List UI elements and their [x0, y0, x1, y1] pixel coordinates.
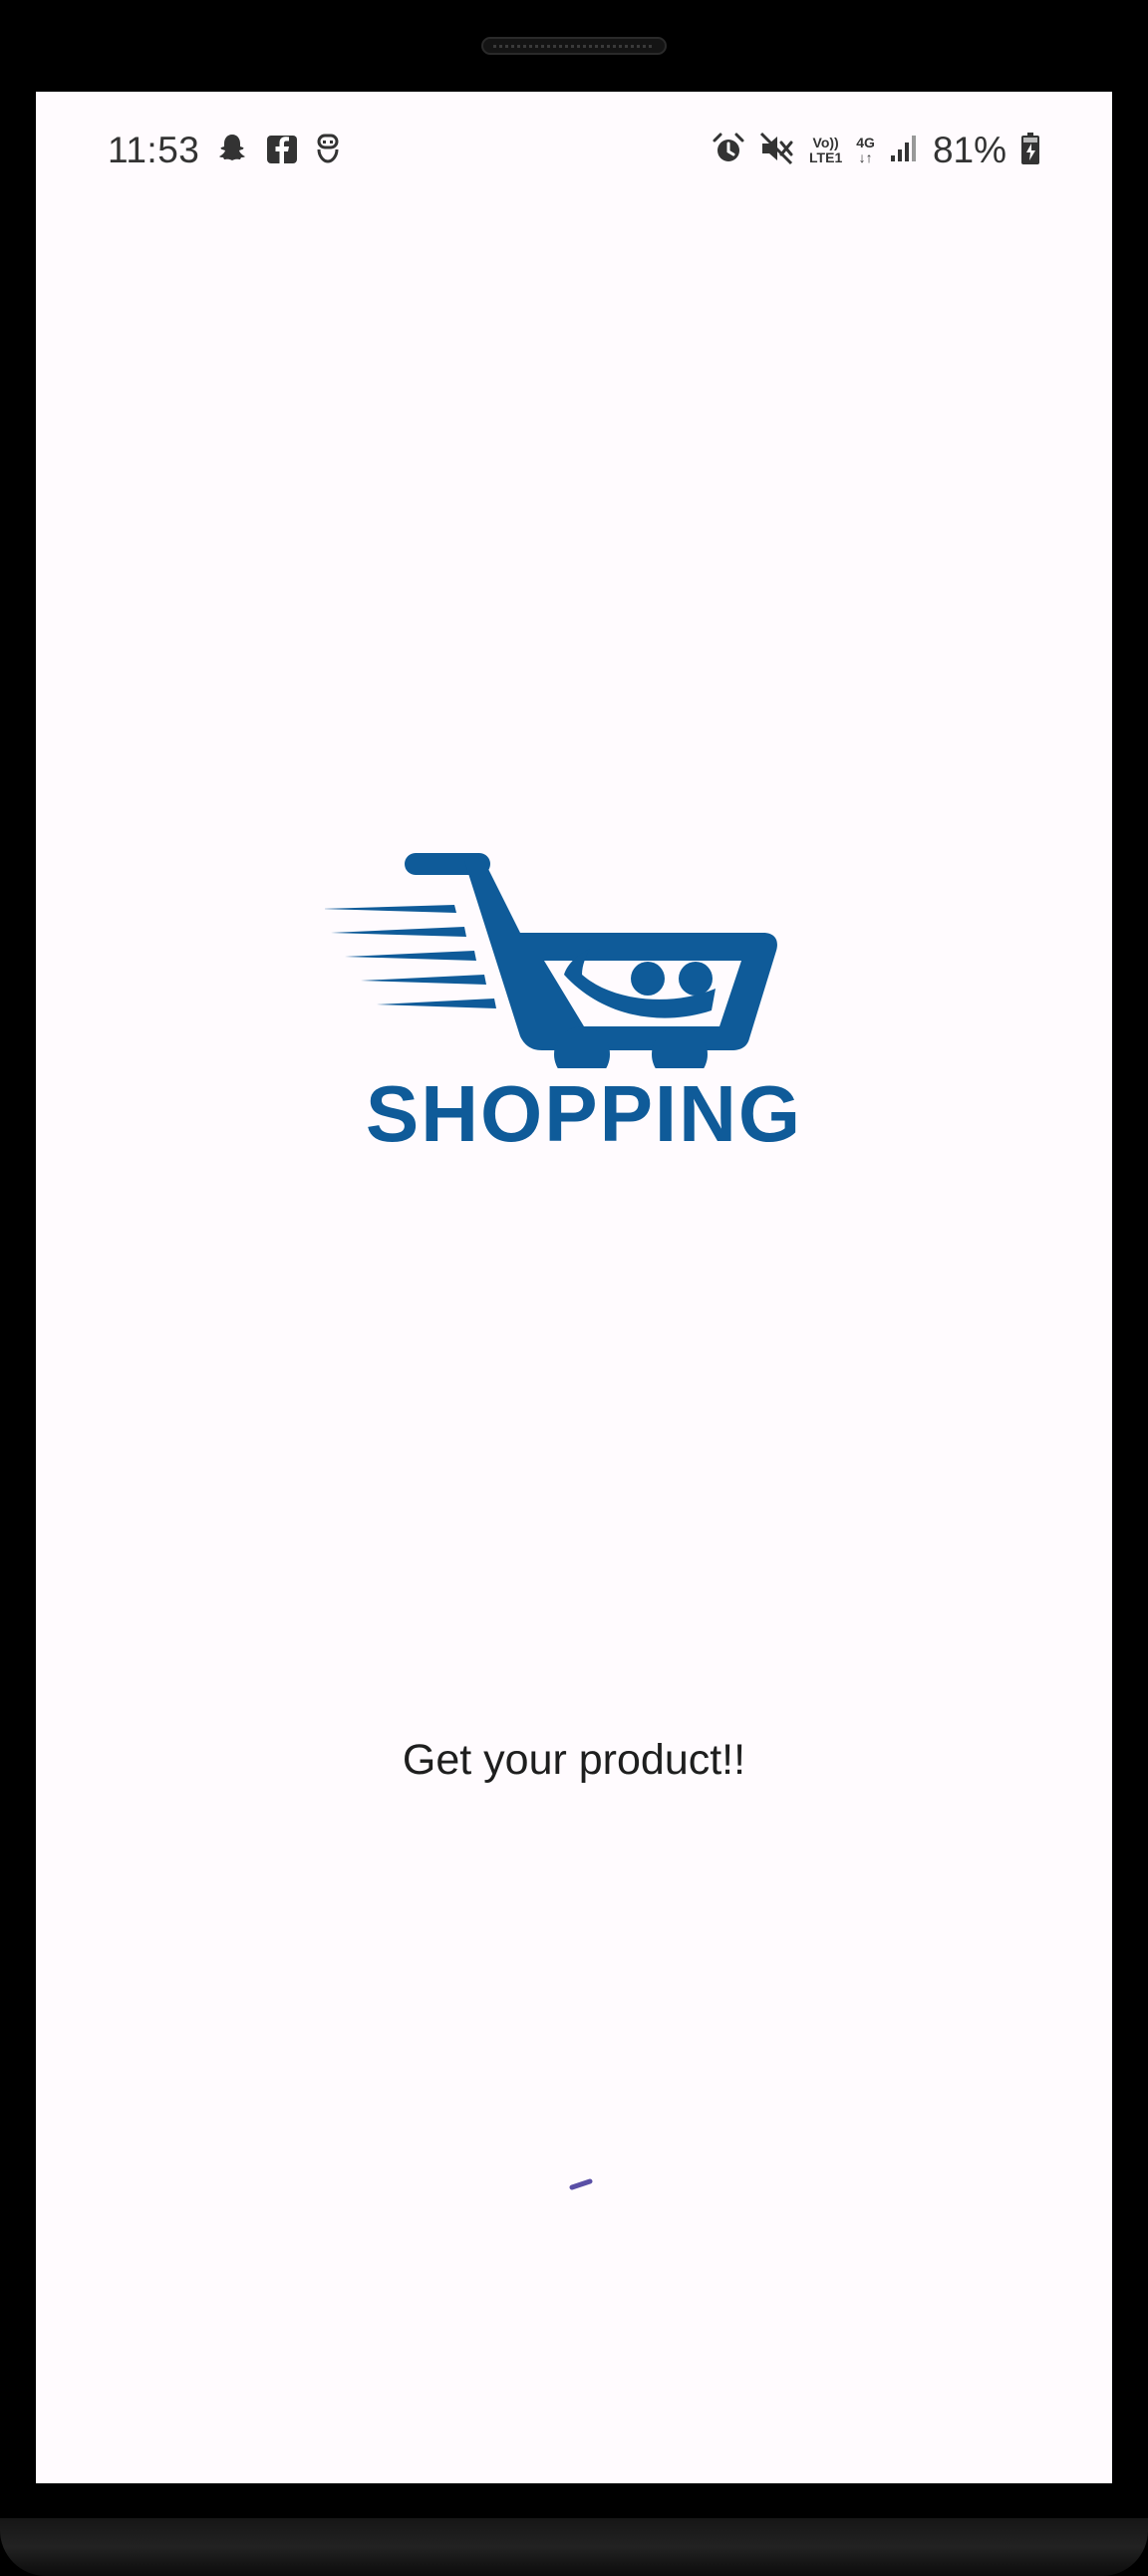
logo-text: SHOPPING — [365, 1069, 803, 1158]
app-screen: 11:53 Vo)) LTE1 4G ↓↑ 81% SHOPPING Get y… — [36, 92, 1112, 2483]
earpiece-speaker — [481, 37, 667, 55]
bottom-bezel — [0, 2518, 1148, 2576]
lte-label: LTE1 — [809, 149, 843, 165]
mute-icon — [759, 132, 795, 170]
status-system-icons: Vo)) LTE1 4G ↓↑ 81% — [712, 130, 1040, 171]
loading-spinner-icon — [569, 2178, 593, 2190]
shopping-logo: SHOPPING — [321, 749, 843, 1168]
volte-icon: Vo)) LTE1 — [809, 136, 842, 165]
4g-icon: 4G ↓↑ — [856, 136, 875, 165]
facebook-icon — [265, 132, 299, 170]
status-bar: 11:53 Vo)) LTE1 4G ↓↑ 81% — [36, 92, 1112, 211]
shopping-cart-smile-icon — [321, 853, 777, 1082]
alarm-icon — [712, 132, 745, 170]
status-notification-icons — [215, 132, 341, 170]
status-time: 11:53 — [108, 130, 200, 170]
battery-charging-icon — [1020, 132, 1040, 170]
signal-icon — [889, 134, 919, 168]
snapchat-icon — [215, 132, 249, 170]
battery-percent: 81% — [932, 130, 1006, 170]
tagline: Get your product!! — [402, 1736, 746, 1784]
volte-label: Vo)) — [812, 135, 839, 150]
data-arrows: ↓↑ — [858, 149, 873, 165]
phone-frame: 11:53 Vo)) LTE1 4G ↓↑ 81% SHOPPING Get y… — [0, 0, 1148, 2576]
4g-label: 4G — [856, 135, 875, 150]
notification-icon — [315, 132, 341, 170]
